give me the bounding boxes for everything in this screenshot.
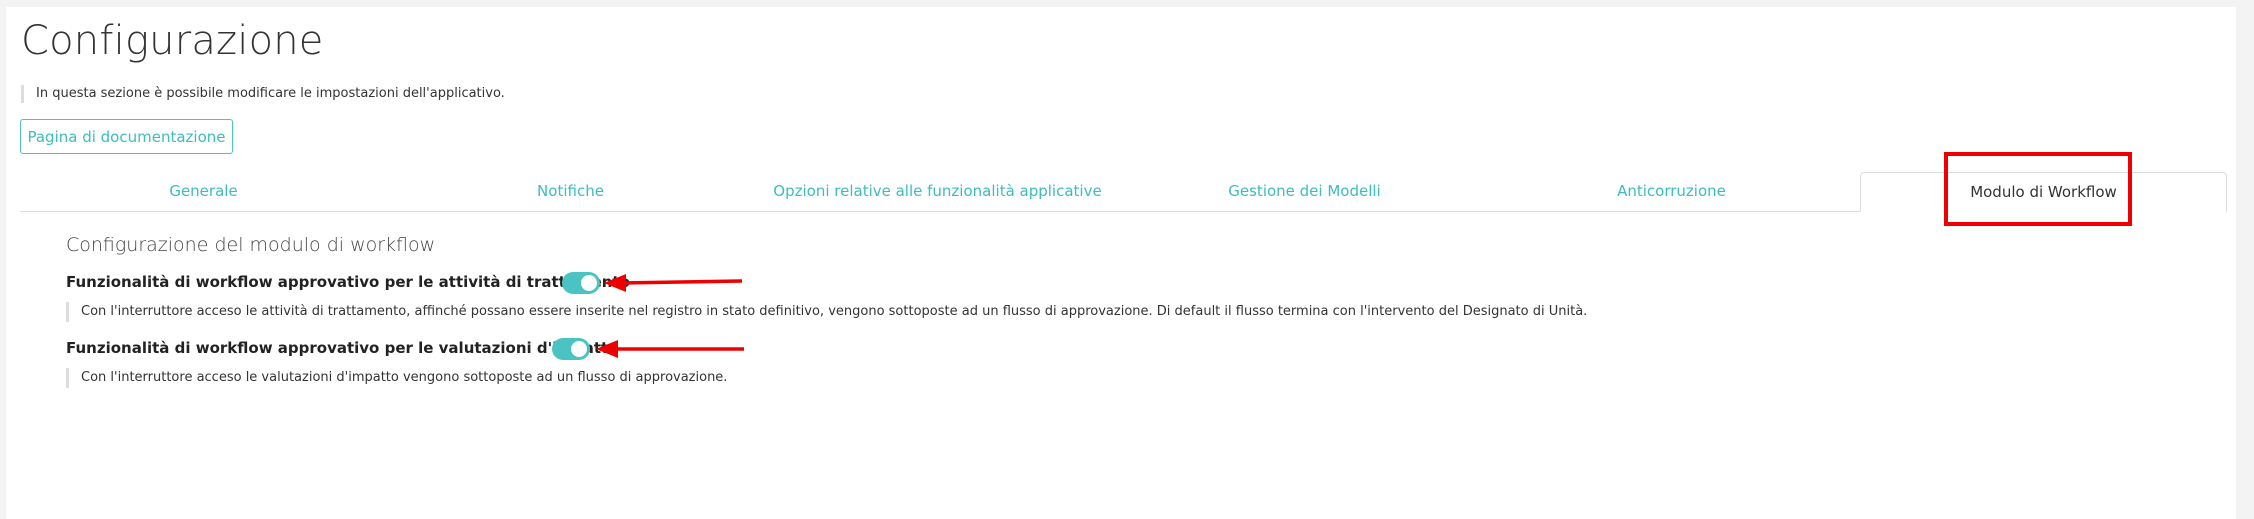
page-title: Configurazione [21,18,324,64]
toggle-knob [581,275,597,291]
setting-label-trattamento: Funzionalità di workflow approvativo per… [66,273,630,291]
toggle-knob [571,341,587,357]
content-panel [6,7,2236,519]
setting-description-valutazioni: Con l'interruttore acceso le valutazioni… [66,368,727,388]
section-title: Configurazione del modulo di workflow [66,234,436,256]
tab-notifiche[interactable]: Notifiche [387,171,754,211]
tab-anticorruzione[interactable]: Anticorruzione [1488,171,1855,211]
toggle-workflow-valutazioni[interactable] [552,338,590,360]
page-intro: In questa sezione è possibile modificare… [21,85,505,103]
tab-bar: Generale Notifiche Opzioni relative alle… [20,171,2227,212]
annotation-arrow-icon [604,274,743,292]
setting-description-trattamento: Con l'interruttore acceso le attività di… [66,302,1587,322]
tab-opzioni-funzionalita[interactable]: Opzioni relative alle funzionalità appli… [754,171,1121,211]
setting-label-valutazioni: Funzionalità di workflow approvativo per… [66,339,619,357]
tab-generale[interactable]: Generale [20,171,387,211]
annotation-highlight-box [1944,152,2132,226]
toggle-workflow-trattamento[interactable] [562,272,600,294]
tab-gestione-modelli[interactable]: Gestione dei Modelli [1121,171,1488,211]
annotation-arrow-icon [596,340,744,358]
documentation-button[interactable]: Pagina di documentazione [20,119,233,154]
